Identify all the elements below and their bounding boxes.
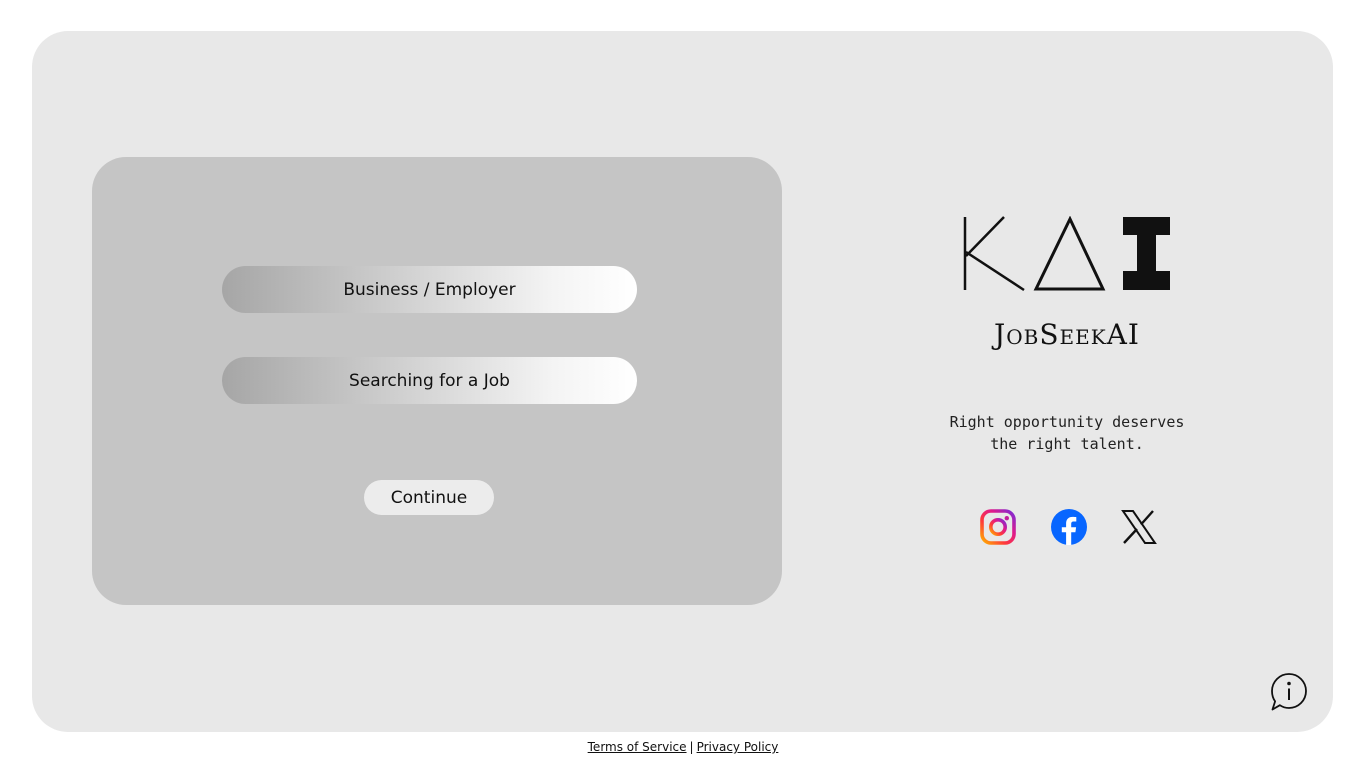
main-card: Business / Employer Searching for a Job … [32, 31, 1333, 732]
info-icon[interactable] [1270, 672, 1308, 712]
continue-label: Continue [390, 487, 468, 508]
tagline-line-2: the right talent. [990, 435, 1144, 453]
kai-logo [963, 216, 1170, 292]
terms-of-service-link[interactable]: Terms of Service [588, 740, 687, 754]
footer-separator: | [689, 740, 694, 754]
footer: Terms of Service | Privacy Policy [0, 740, 1366, 754]
searching-for-job-option[interactable]: Searching for a Job [222, 357, 637, 404]
facebook-icon[interactable] [1050, 508, 1088, 546]
tagline-line-1: Right opportunity deserves [949, 413, 1185, 431]
role-selection-panel: Business / Employer Searching for a Job … [92, 157, 782, 605]
business-employer-label: Business / Employer [343, 279, 516, 300]
continue-button[interactable]: Continue [364, 480, 494, 515]
business-employer-option[interactable]: Business / Employer [222, 266, 637, 313]
instagram-icon[interactable] [979, 508, 1017, 546]
privacy-policy-link[interactable]: Privacy Policy [697, 740, 779, 754]
tagline: Right opportunity deserves the right tal… [932, 411, 1202, 455]
brand-name: JobSeekAI [994, 318, 1140, 351]
searching-for-job-label: Searching for a Job [349, 370, 510, 391]
x-icon[interactable] [1120, 508, 1158, 546]
